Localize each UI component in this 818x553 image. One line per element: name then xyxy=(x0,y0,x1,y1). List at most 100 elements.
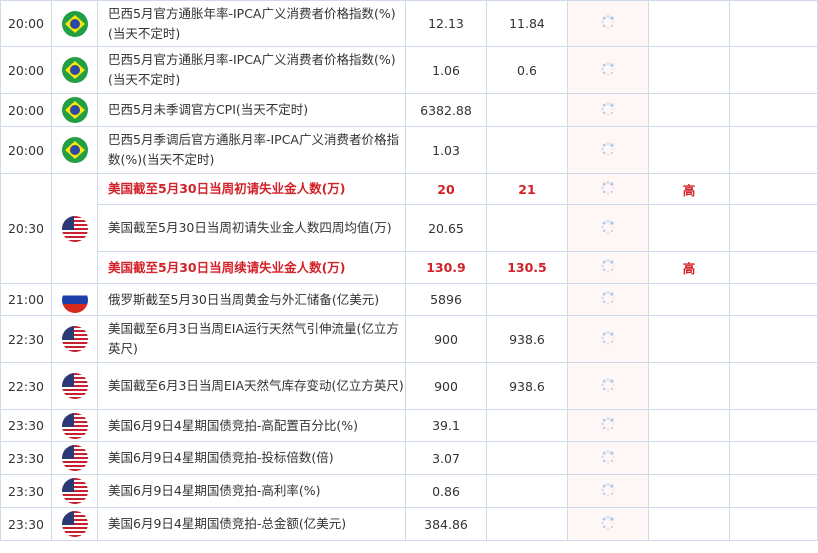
importance: 高 xyxy=(648,173,730,205)
actual-value: 12.13 xyxy=(405,0,487,47)
blank-cell xyxy=(729,46,818,94)
loading-spinner-icon xyxy=(600,258,616,277)
loading-spinner-icon xyxy=(600,449,616,468)
importance: 高 xyxy=(648,251,730,284)
actual-value: 1.03 xyxy=(405,126,487,174)
loading-spinner-icon xyxy=(600,101,616,120)
brazil-flag-icon xyxy=(61,97,88,123)
loading-spinner-icon xyxy=(600,482,616,501)
actual-value: 130.9 xyxy=(405,251,487,284)
table-row: 20:00 巴西5月季调后官方通胀月率-IPCA广义消费者价格指数(%)(当天不… xyxy=(0,126,818,174)
table-row: 22:30 美国截至6月3日当周EIA天然气库存变动(亿立方英尺) 900 93… xyxy=(0,362,818,410)
importance xyxy=(648,93,730,127)
loading-spinner-icon xyxy=(600,290,616,309)
loading-spinner-icon xyxy=(600,330,616,349)
loading-cell xyxy=(567,362,649,410)
table-row: 21:00 俄罗斯截至5月30日当周黄金与外汇储备(亿美元) 5896 xyxy=(0,283,818,316)
loading-cell xyxy=(567,204,649,252)
brazil-flag-icon xyxy=(61,137,88,163)
time-cell: 21:00 xyxy=(0,283,52,316)
event-name: 美国6月9日4星期国债竞拍-总金额(亿美元) xyxy=(97,507,406,541)
importance xyxy=(648,46,730,94)
usa-flag-icon xyxy=(61,511,88,537)
table-row: 20:30 美国截至5月30日当周初请失业金人数(万) 20 21 高 xyxy=(0,173,818,284)
blank-cell xyxy=(729,251,818,284)
table-row: 20:00 巴西5月官方通胀年率-IPCA广义消费者价格指数(%)(当天不定时)… xyxy=(0,0,818,47)
event-name: 美国截至5月30日当周初请失业金人数(万) xyxy=(97,173,406,205)
importance xyxy=(648,315,730,363)
blank-cell xyxy=(729,315,818,363)
loading-spinner-icon xyxy=(600,515,616,534)
flag-cell xyxy=(51,441,98,475)
blank-cell xyxy=(729,507,818,541)
blank-cell xyxy=(729,204,818,252)
importance xyxy=(648,283,730,316)
loading-cell xyxy=(567,409,649,442)
actual-value: 6382.88 xyxy=(405,93,487,127)
importance xyxy=(648,0,730,47)
actual-value: 900 xyxy=(405,362,487,410)
loading-spinner-icon xyxy=(600,14,616,33)
previous-value: 938.6 xyxy=(486,362,568,410)
usa-flag-icon xyxy=(61,478,88,504)
flag-cell xyxy=(51,173,98,284)
time-cell: 20:00 xyxy=(0,93,52,127)
flag-cell xyxy=(51,46,98,94)
previous-value xyxy=(486,474,568,508)
time-cell: 23:30 xyxy=(0,409,52,442)
table-row: 23:30 美国6月9日4星期国债竞拍-总金额(亿美元) 384.86 xyxy=(0,507,818,541)
flag-cell xyxy=(51,0,98,47)
previous-value xyxy=(486,283,568,316)
usa-flag-icon xyxy=(61,326,88,352)
loading-spinner-icon xyxy=(600,416,616,435)
table-row: 23:30 美国6月9日4星期国债竞拍-投标倍数(倍) 3.07 xyxy=(0,441,818,475)
flag-cell xyxy=(51,474,98,508)
previous-value: 21 xyxy=(486,173,568,205)
loading-cell xyxy=(567,0,649,47)
blank-cell xyxy=(729,173,818,205)
economic-calendar-table: 20:00 巴西5月官方通胀年率-IPCA广义消费者价格指数(%)(当天不定时)… xyxy=(0,0,818,541)
actual-value: 3.07 xyxy=(405,441,487,475)
loading-cell xyxy=(567,173,649,205)
loading-cell xyxy=(567,441,649,475)
time-cell: 22:30 xyxy=(0,315,52,363)
actual-value: 5896 xyxy=(405,283,487,316)
loading-spinner-icon xyxy=(600,377,616,396)
time-cell: 23:30 xyxy=(0,507,52,541)
time-cell: 20:00 xyxy=(0,126,52,174)
loading-cell xyxy=(567,251,649,284)
previous-value: 0.6 xyxy=(486,46,568,94)
previous-value xyxy=(486,507,568,541)
blank-cell xyxy=(729,0,818,47)
flag-cell xyxy=(51,507,98,541)
loading-cell xyxy=(567,93,649,127)
table-row: 美国截至5月30日当周初请失业金人数四周均值(万) 20.65 xyxy=(0,204,818,252)
table-row: 22:30 美国截至6月3日当周EIA运行天然气引伸流量(亿立方英尺) 900 … xyxy=(0,315,818,363)
blank-cell xyxy=(729,126,818,174)
loading-cell xyxy=(567,474,649,508)
importance xyxy=(648,204,730,252)
actual-value: 1.06 xyxy=(405,46,487,94)
blank-cell xyxy=(729,409,818,442)
actual-value: 900 xyxy=(405,315,487,363)
flag-cell xyxy=(51,362,98,410)
blank-cell xyxy=(729,93,818,127)
previous-value xyxy=(486,204,568,252)
actual-value: 384.86 xyxy=(405,507,487,541)
flag-cell xyxy=(51,315,98,363)
previous-value: 938.6 xyxy=(486,315,568,363)
previous-value xyxy=(486,409,568,442)
loading-cell xyxy=(567,46,649,94)
previous-value xyxy=(486,93,568,127)
brazil-flag-icon xyxy=(61,10,88,37)
event-name: 巴西5月季调后官方通胀月率-IPCA广义消费者价格指数(%)(当天不定时) xyxy=(97,126,406,174)
actual-value: 20 xyxy=(405,173,487,205)
importance xyxy=(648,126,730,174)
flag-cell xyxy=(51,409,98,442)
previous-value xyxy=(486,126,568,174)
loading-spinner-icon xyxy=(600,141,616,160)
blank-cell xyxy=(729,362,818,410)
table-row: 23:30 美国6月9日4星期国债竞拍-高利率(%) 0.86 xyxy=(0,474,818,508)
blank-cell xyxy=(729,283,818,316)
flag-cell xyxy=(51,93,98,127)
